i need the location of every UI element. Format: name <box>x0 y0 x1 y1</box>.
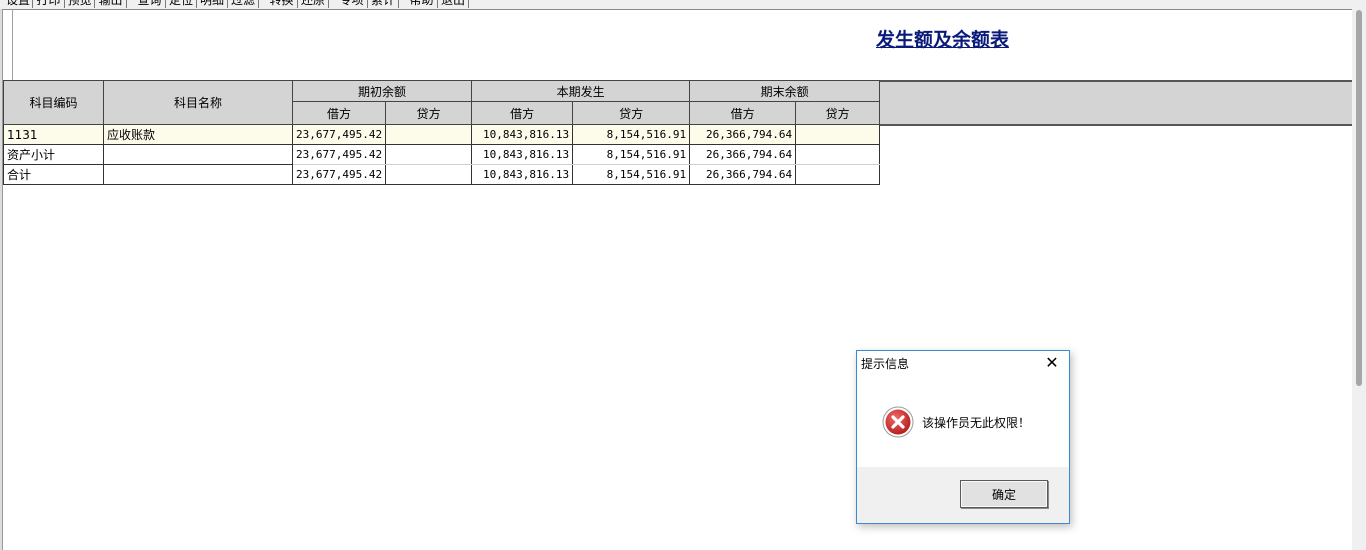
toolbar-restore-button[interactable]: 还原 <box>298 0 329 8</box>
scrollbar-thumb[interactable] <box>1356 10 1362 386</box>
close-icon[interactable]: ✕ <box>1043 352 1061 374</box>
table-row[interactable]: 1131 应收账款 23,677,495.42 10,843,816.13 8,… <box>3 124 881 145</box>
error-icon <box>882 406 914 438</box>
toolbar: 设置 打印 预览 输出 查询 定位 明细 过滤 转换 还原 专项 累计 帮助 退… <box>0 0 1352 10</box>
cell-closing-credit[interactable] <box>795 144 881 165</box>
header-account-code: 科目编码 <box>3 80 104 125</box>
toolbar-convert-button[interactable]: 转换 <box>266 0 298 8</box>
toolbar-query-button[interactable]: 查询 <box>134 0 166 8</box>
cell-current-credit[interactable]: 8,154,516.91 <box>572 124 691 145</box>
cell-opening-debit[interactable]: 23,677,495.42 <box>291 144 387 165</box>
cell-account-code[interactable]: 资产小计 <box>3 144 104 165</box>
header-current-credit: 贷方 <box>572 101 691 125</box>
toolbar-cumulative-button[interactable]: 累计 <box>368 0 399 8</box>
cell-opening-credit[interactable] <box>385 164 473 185</box>
ok-button[interactable]: 确定 <box>960 480 1048 508</box>
dialog-footer: 确定 <box>857 467 1069 523</box>
header-account-name: 科目名称 <box>103 80 293 125</box>
cell-opening-credit[interactable] <box>385 124 473 145</box>
cell-opening-debit[interactable]: 23,677,495.42 <box>291 164 387 185</box>
toolbar-filter-button[interactable]: 过滤 <box>228 0 259 8</box>
header-closing-debit: 借方 <box>689 101 797 125</box>
cell-closing-credit[interactable] <box>795 164 881 185</box>
toolbar-locate-button[interactable]: 定位 <box>166 0 197 8</box>
cell-closing-debit[interactable]: 26,366,794.64 <box>689 144 797 165</box>
dialog-title: 提示信息 <box>861 357 910 371</box>
cell-account-code[interactable]: 合计 <box>3 164 104 185</box>
cell-current-debit[interactable]: 10,843,816.13 <box>471 144 574 165</box>
toolbar-help-button[interactable]: 帮助 <box>406 0 438 8</box>
toolbar-print-button[interactable]: 打印 <box>33 0 65 8</box>
cell-current-credit[interactable]: 8,154,516.91 <box>572 164 691 185</box>
table-row[interactable]: 资产小计 23,677,495.42 10,843,816.13 8,154,5… <box>3 144 881 165</box>
header-current-period: 本期发生 <box>471 80 691 102</box>
cell-opening-credit[interactable] <box>385 144 473 165</box>
header-opening-debit: 借方 <box>291 101 387 125</box>
cell-closing-debit[interactable]: 26,366,794.64 <box>689 124 797 145</box>
cell-closing-credit[interactable] <box>795 124 881 145</box>
header-closing-credit: 贷方 <box>795 101 881 125</box>
cell-current-debit[interactable]: 10,843,816.13 <box>471 164 574 185</box>
dialog-message: 该操作员无此权限！ <box>922 416 1031 430</box>
cell-account-code[interactable]: 1131 <box>3 124 104 145</box>
toolbar-export-button[interactable]: 输出 <box>95 0 127 8</box>
cell-account-name[interactable] <box>103 164 293 185</box>
cell-closing-debit[interactable]: 26,366,794.64 <box>689 164 797 185</box>
toolbar-preview-button[interactable]: 预览 <box>65 0 95 8</box>
header-current-debit: 借方 <box>471 101 574 125</box>
toolbar-detail-button[interactable]: 明细 <box>197 0 228 8</box>
table-row[interactable]: 合计 23,677,495.42 10,843,816.13 8,154,516… <box>3 164 881 185</box>
report-title: 发生额及余额表 <box>876 29 1010 51</box>
toolbar-special-button[interactable]: 专项 <box>336 0 368 8</box>
cell-account-name[interactable]: 应收账款 <box>103 124 293 145</box>
header-opening-balance: 期初余额 <box>291 80 473 102</box>
report-title-area <box>13 10 1353 80</box>
info-dialog: 提示信息 ✕ 该操作员无此权限！ 确定 <box>856 350 1070 524</box>
balance-table: 科目编码 科目名称 期初余额 本期发生 期末余额 借方 贷方 借方 贷方 借方 … <box>3 80 881 185</box>
cell-opening-debit[interactable]: 23,677,495.42 <box>291 124 387 145</box>
header-opening-credit: 贷方 <box>385 101 473 125</box>
toolbar-settings-button[interactable]: 设置 <box>4 0 33 8</box>
toolbar-exit-button[interactable]: 退出 <box>438 0 469 8</box>
cell-current-debit[interactable]: 10,843,816.13 <box>471 124 574 145</box>
cell-current-credit[interactable]: 8,154,516.91 <box>572 144 691 165</box>
header-closing-balance: 期末余额 <box>689 80 881 102</box>
cell-account-name[interactable] <box>103 144 293 165</box>
vertical-scrollbar[interactable] <box>1352 0 1366 550</box>
dialog-body: 该操作员无此权限！ <box>857 377 1069 467</box>
